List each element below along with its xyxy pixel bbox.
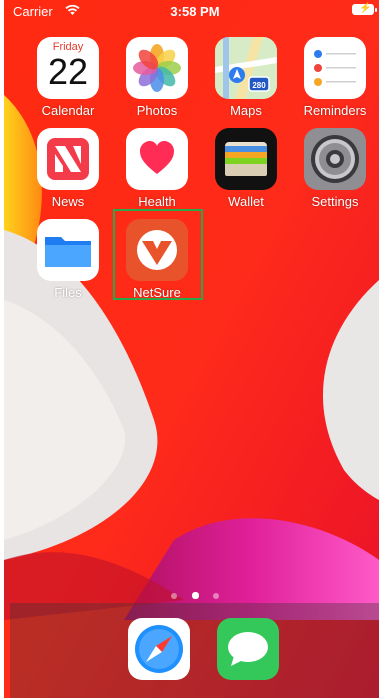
charging-bolt-icon: ⚡ (359, 3, 372, 14)
calendar-icon: Friday 22 (37, 37, 99, 99)
app-label: Photos (136, 103, 178, 118)
app-wallet[interactable]: Wallet (206, 128, 286, 209)
wallet-icon (215, 128, 277, 190)
health-icon (126, 128, 188, 190)
photos-icon (126, 37, 188, 99)
dock-messages[interactable] (217, 618, 297, 680)
status-bar: Carrier 3:58 PM ⚡ (4, 0, 379, 22)
page-dot (171, 592, 178, 599)
selection-highlight (113, 209, 203, 300)
reminders-icon (304, 37, 366, 99)
dock (10, 603, 379, 698)
maps-icon: 280 (215, 37, 277, 99)
dock-safari[interactable] (128, 618, 208, 680)
news-icon (37, 128, 99, 190)
app-label: Maps (230, 103, 262, 118)
page-dot-active (191, 592, 199, 600)
battery-nub (375, 8, 377, 12)
gear-icon (304, 128, 366, 190)
app-label: Wallet (228, 194, 264, 209)
app-label: Reminders (303, 103, 367, 118)
folder-icon (37, 219, 99, 281)
app-maps[interactable]: 280 Maps (206, 37, 286, 118)
page-dot (212, 592, 219, 599)
app-label: Health (138, 194, 176, 209)
app-calendar[interactable]: Friday 22 Calendar (28, 37, 108, 118)
calendar-date: 22 (47, 51, 89, 92)
app-news[interactable]: News (28, 128, 108, 209)
app-settings[interactable]: Settings (295, 128, 375, 209)
interstate-shield-number: 280 (252, 81, 266, 90)
page-indicator[interactable] (4, 587, 379, 600)
app-label: Files (54, 285, 82, 300)
compass-icon (128, 618, 190, 680)
app-label: News (51, 194, 85, 209)
app-files[interactable]: Files (28, 219, 108, 300)
battery-icon: ⚡ (352, 3, 377, 15)
home-screen: Carrier 3:58 PM ⚡ Friday 22 Calendar Pho… (0, 0, 382, 698)
app-label: Calendar (41, 103, 95, 118)
app-photos[interactable]: Photos (117, 37, 197, 118)
app-health[interactable]: Health (117, 128, 197, 209)
app-label: Settings (311, 194, 359, 209)
app-reminders[interactable]: Reminders (295, 37, 375, 118)
speech-bubble-icon (217, 618, 279, 680)
clock: 3:58 PM (170, 4, 220, 19)
